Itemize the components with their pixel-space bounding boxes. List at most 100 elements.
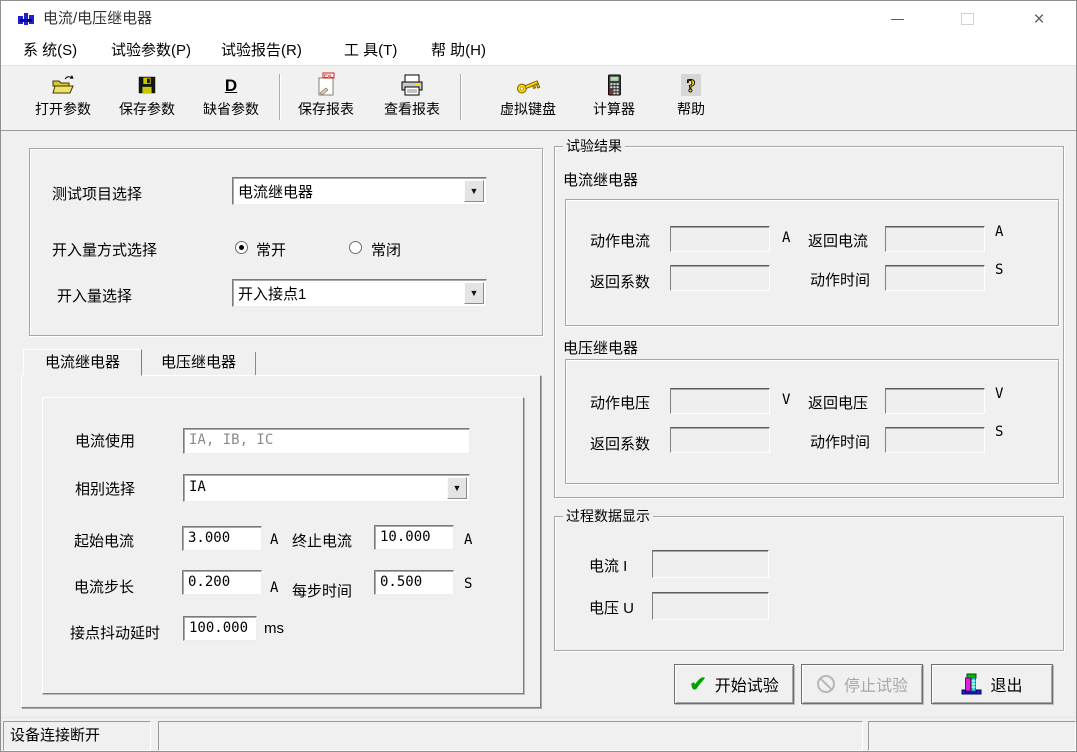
return-current-unit: A — [995, 224, 1003, 240]
calculator-button[interactable]: 计算器 — [576, 71, 652, 127]
menu-system[interactable]: 系 统(S) — [23, 37, 77, 65]
return-coef-label: 返回系数 — [590, 433, 650, 454]
action-time-value — [885, 427, 985, 453]
results-voltage-title: 电压继电器 — [563, 337, 638, 358]
radio-normally-open-label[interactable]: 常开 — [256, 239, 286, 260]
phase-select[interactable]: IA ▼ — [183, 474, 470, 502]
default-params-button[interactable]: D 缺省参数 — [193, 71, 269, 127]
menu-help[interactable]: 帮 助(H) — [431, 37, 486, 65]
phase-select-value: IA — [189, 479, 206, 495]
virtual-keyboard-icon — [490, 71, 566, 99]
exit-button[interactable]: 退出 — [931, 664, 1053, 704]
input-select-value: 开入接点1 — [238, 283, 306, 304]
tab-voltage-relay[interactable]: 电压继电器 — [142, 352, 256, 375]
end-current-unit: A — [464, 532, 472, 548]
return-voltage-unit: V — [995, 386, 1003, 402]
current-step-field[interactable]: 0.200 — [182, 570, 262, 595]
tab-current-relay[interactable]: 电流继电器 — [23, 349, 142, 376]
chevron-down-icon[interactable]: ▼ — [464, 180, 484, 202]
virtual-keyboard-button[interactable]: 虚拟键盘 — [490, 71, 566, 127]
radio-normally-closed[interactable] — [349, 241, 362, 254]
test-item-label: 测试项目选择 — [52, 183, 142, 204]
svg-text:?: ? — [686, 76, 696, 97]
toolbar-separator — [460, 74, 462, 120]
step-time-label: 每步时间 — [292, 580, 352, 601]
current-use-label: 电流使用 — [75, 430, 135, 451]
debounce-delay-label: 接点抖动延时 — [70, 622, 160, 643]
toolbar-separator — [279, 74, 281, 120]
app-window: 电流/电压继电器 × 系 统(S) 试验参数(P) 试验报告(R) 工 具(T)… — [0, 0, 1077, 752]
return-voltage-value — [885, 388, 985, 414]
window-title: 电流/电压继电器 — [43, 1, 152, 37]
debounce-delay-field[interactable]: 100.000 — [183, 616, 257, 641]
status-extra-panel — [868, 721, 1076, 751]
view-report-button[interactable]: 查看报表 — [374, 71, 450, 127]
process-data-title: 过程数据显示 — [563, 508, 653, 525]
action-time-unit: S — [995, 424, 1003, 440]
menu-test-report[interactable]: 试验报告(R) — [221, 37, 302, 65]
step-time-field[interactable]: 0.500 — [374, 570, 454, 595]
maximize-icon — [961, 13, 974, 25]
menu-bar: 系 统(S) 试验参数(P) 试验报告(R) 工 具(T) 帮 助(H) — [1, 37, 1076, 65]
check-icon: ✔ — [689, 674, 707, 695]
test-item-select[interactable]: 电流继电器 ▼ — [232, 177, 487, 205]
title-bar: 电流/电压继电器 × — [1, 1, 1076, 37]
end-current-field[interactable]: 10.000 — [374, 525, 454, 550]
save-params-button[interactable]: 保存参数 — [109, 71, 185, 127]
action-time-value — [885, 265, 985, 291]
current-relay-tabpage: 电流使用 IA, IB, IC 相别选择 IA ▼ 起始电流 3.000 A 终… — [21, 375, 541, 708]
maximize-button[interactable] — [940, 1, 994, 37]
input-select[interactable]: 开入接点1 ▼ — [232, 279, 487, 307]
current-step-label: 电流步长 — [74, 576, 134, 597]
debounce-delay-unit: ms — [264, 620, 284, 637]
results-groupbox: 试验结果 电流继电器 动作电流 A 返回电流 A 返回系数 动作时间 S 电压继… — [554, 146, 1064, 498]
results-title: 试验结果 — [563, 138, 625, 155]
step-time-unit: S — [464, 576, 472, 592]
close-button[interactable]: × — [1012, 1, 1066, 37]
save-icon — [109, 71, 185, 99]
phase-select-label: 相别选择 — [75, 478, 135, 499]
open-params-button[interactable]: 打开参数 — [25, 71, 101, 127]
action-time-label: 动作时间 — [810, 269, 870, 290]
process-voltage-label: 电压 U — [589, 597, 634, 618]
results-voltage-panel: 动作电压 V 返回电压 V 返回系数 动作时间 S — [565, 359, 1059, 484]
radio-normally-closed-label[interactable]: 常闭 — [371, 239, 401, 260]
close-icon: × — [1033, 10, 1044, 29]
action-current-label: 动作电流 — [590, 230, 650, 251]
return-current-label: 返回电流 — [808, 230, 868, 251]
start-current-unit: A — [270, 532, 278, 548]
chevron-down-icon[interactable]: ▼ — [447, 477, 467, 499]
view-report-icon — [374, 71, 450, 99]
minimize-button[interactable] — [870, 1, 924, 37]
save-report-button[interactable]: EXL 保存报表 — [288, 71, 364, 127]
help-button[interactable]: ? 帮助 — [653, 71, 729, 127]
action-time-label: 动作时间 — [810, 431, 870, 452]
action-voltage-value — [670, 388, 770, 414]
start-test-button[interactable]: ✔ 开始试验 — [674, 664, 794, 704]
save-report-icon: EXL — [288, 71, 364, 99]
action-current-value — [670, 226, 770, 252]
chevron-down-icon[interactable]: ▼ — [464, 282, 484, 304]
help-icon: ? — [653, 71, 729, 99]
exit-icon — [961, 673, 982, 695]
current-relay-form-panel: 电流使用 IA, IB, IC 相别选择 IA ▼ 起始电流 3.000 A 终… — [42, 397, 524, 694]
return-coef-value — [670, 427, 770, 453]
svg-text:EXL: EXL — [324, 73, 333, 78]
end-current-label: 终止电流 — [292, 530, 352, 551]
action-time-unit: S — [995, 262, 1003, 278]
exit-label: 退出 — [990, 672, 1022, 696]
test-item-value: 电流继电器 — [238, 181, 313, 202]
action-voltage-unit: V — [782, 392, 790, 408]
action-voltage-label: 动作电压 — [590, 392, 650, 413]
start-current-label: 起始电流 — [74, 530, 134, 551]
stop-icon — [816, 674, 836, 694]
current-use-field: IA, IB, IC — [183, 428, 470, 454]
input-mode-label: 开入量方式选择 — [52, 239, 157, 260]
toolbar: 打开参数 保存参数 D 缺省参数 — [1, 65, 1076, 131]
radio-normally-open[interactable] — [235, 241, 248, 254]
status-bar: 设备连接断开 — [1, 717, 1076, 752]
menu-tools[interactable]: 工 具(T) — [344, 37, 397, 65]
start-current-field[interactable]: 3.000 — [182, 526, 262, 551]
stop-test-label: 停止试验 — [844, 672, 908, 696]
menu-test-params[interactable]: 试验参数(P) — [111, 37, 191, 65]
